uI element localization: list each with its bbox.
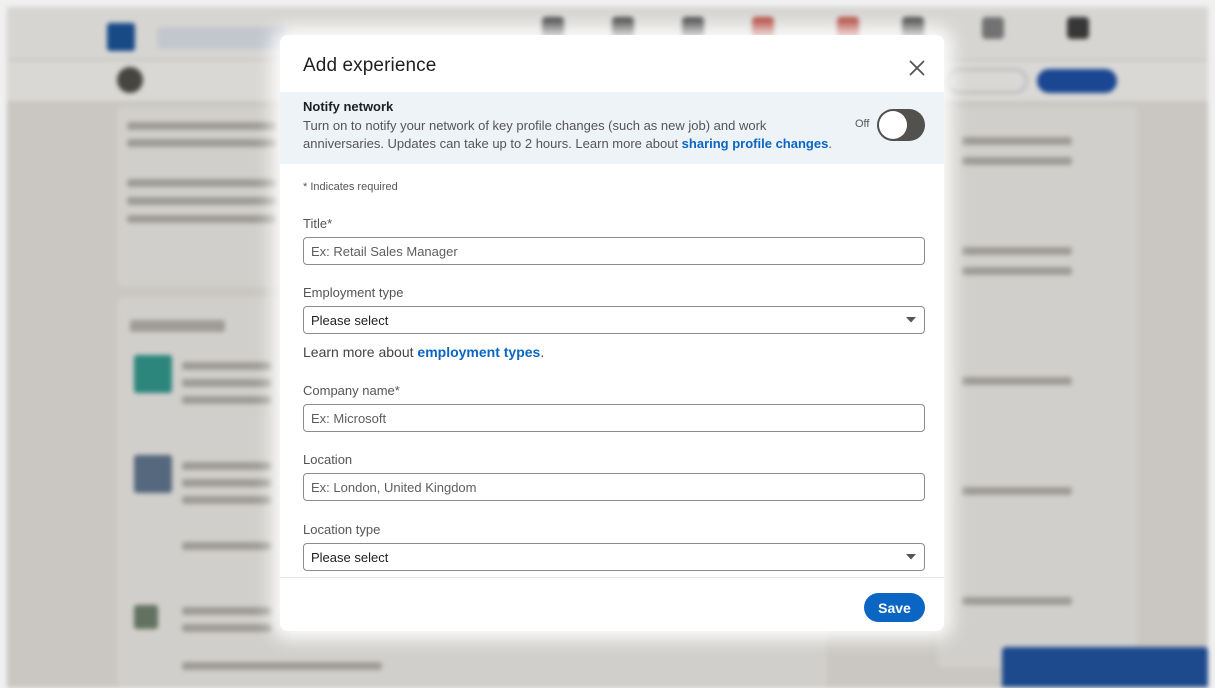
sharing-profile-changes-link[interactable]: sharing profile changes — [682, 136, 829, 151]
company-name-label: Company name* — [303, 383, 400, 398]
notify-network-description: Turn on to notify your network of key pr… — [303, 117, 843, 153]
location-label: Location — [303, 452, 353, 467]
required-note: * Indicates required — [303, 181, 398, 193]
close-icon — [909, 60, 925, 76]
close-button[interactable] — [902, 53, 932, 83]
caret-down-icon — [906, 317, 916, 323]
dialog-footer: Save — [280, 577, 944, 631]
notify-network-title: Notify network — [303, 99, 394, 114]
company-name-input[interactable] — [303, 404, 925, 432]
location-input[interactable] — [303, 473, 925, 501]
employment-help-suffix: . — [540, 344, 545, 360]
employment-types-link[interactable]: employment types — [417, 344, 540, 360]
location-type-label: Location type — [303, 522, 381, 537]
caret-down-icon — [906, 554, 916, 560]
notify-network-toggle[interactable] — [877, 109, 925, 141]
title-label: Title* — [303, 216, 333, 231]
location-type-select[interactable]: Please select — [303, 543, 925, 571]
employment-type-select[interactable]: Please select — [303, 306, 925, 334]
employment-help-prefix: Learn more about — [303, 344, 418, 360]
dialog-header: Add experience — [280, 35, 944, 92]
title-input[interactable] — [303, 237, 925, 265]
employment-type-label: Employment type — [303, 285, 404, 300]
location-type-value: Please select — [311, 549, 389, 565]
dialog-title: Add experience — [303, 55, 437, 76]
toggle-knob — [879, 111, 907, 139]
employment-types-help: Learn more about employment types. — [303, 344, 544, 360]
dialog-form[interactable]: * Indicates required Title* Employment t… — [280, 164, 944, 577]
employment-type-value: Please select — [311, 312, 389, 328]
add-experience-dialog: Add experience Notify network Turn on to… — [280, 35, 944, 631]
notify-toggle-label: Off — [855, 118, 870, 130]
save-button[interactable]: Save — [864, 593, 925, 622]
screen: Add experience Notify network Turn on to… — [0, 0, 1215, 688]
notify-description-suffix: . — [828, 136, 832, 151]
notify-network-banner: Notify network Turn on to notify your ne… — [280, 92, 944, 164]
